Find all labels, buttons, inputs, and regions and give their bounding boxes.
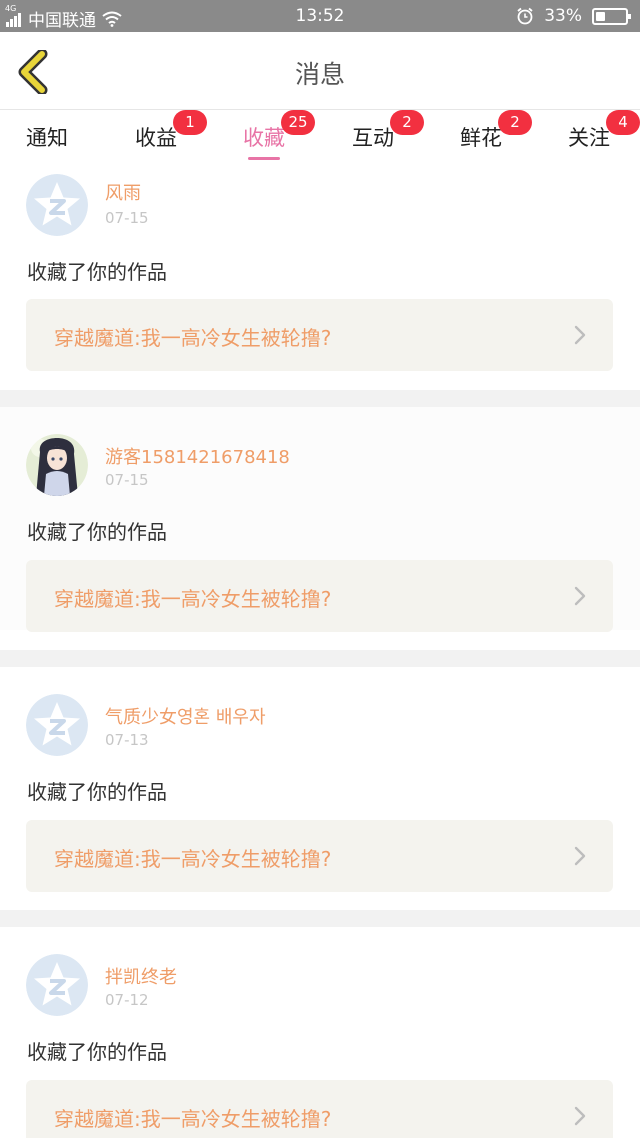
badge-count: 1 [173,110,207,135]
work-link[interactable]: 穿越魔道:我一高冷女生被轮撸? [26,820,613,892]
list-item: 风雨 07-15 收藏了你的作品 穿越魔道:我一高冷女生被轮撸? [0,167,640,390]
message-date: 07-13 [105,731,149,749]
active-tab-indicator [248,157,280,160]
work-link[interactable]: 穿越魔道:我一高冷女生被轮撸? [26,1080,613,1138]
badge-count: 4 [606,110,640,135]
work-link[interactable]: 穿越魔道:我一高冷女生被轮撸? [26,560,613,632]
divider [0,910,640,927]
badge-count: 2 [390,110,424,135]
tab-label: 鲜花 [460,126,502,150]
message-date: 07-15 [105,209,149,227]
tab-label: 关注 [568,126,610,150]
tab-follows[interactable]: 关注 4 [568,110,640,152]
work-link[interactable]: 穿越魔道:我一高冷女生被轮撸? [26,299,613,371]
tab-flowers[interactable]: 鲜花 2 [460,110,532,152]
avatar[interactable] [26,954,88,1016]
tab-bar: 通知 收益 1 收藏 25 互动 2 鲜花 2 关注 4 [0,110,640,168]
username[interactable]: 游客1581421678418 [105,443,290,469]
tab-earnings[interactable]: 收益 1 [135,110,207,152]
avatar[interactable] [26,434,88,496]
work-title: 穿越魔道:我一高冷女生被轮撸? [54,1107,332,1131]
battery-icon [592,7,631,25]
message-date: 07-15 [105,471,149,489]
chevron-right-icon [574,325,586,345]
list-item: 拌凯终老 07-12 收藏了你的作品 穿越魔道:我一高冷女生被轮撸? [0,927,640,1138]
default-star-avatar-icon [26,694,88,756]
tab-label: 收益 [135,126,177,150]
work-title: 穿越魔道:我一高冷女生被轮撸? [54,326,332,350]
list-item: 游客1581421678418 07-15 收藏了你的作品 穿越魔道:我一高冷女… [0,407,640,632]
message-text: 收藏了你的作品 [27,520,167,544]
message-text: 收藏了你的作品 [27,1040,167,1064]
battery-percent: 33% [544,6,582,26]
tab-label: 通知 [26,126,68,150]
work-title: 穿越魔道:我一高冷女生被轮撸? [54,847,332,871]
status-bar: 4G 中国联通 13:52 33% [0,0,640,32]
chevron-right-icon [574,586,586,606]
message-text: 收藏了你的作品 [27,780,167,804]
username[interactable]: 风雨 [105,179,141,205]
tab-interactions[interactable]: 互动 2 [352,110,424,152]
alarm-icon [517,7,533,25]
anime-girl-avatar-icon [26,434,88,496]
avatar[interactable] [26,694,88,756]
chevron-right-icon [574,1106,586,1126]
tab-label: 收藏 [243,126,285,150]
avatar[interactable] [26,174,88,236]
work-title: 穿越魔道:我一高冷女生被轮撸? [54,587,332,611]
divider [0,650,640,667]
list-item: 气质少女영혼 배우자 07-13 收藏了你的作品 穿越魔道:我一高冷女生被轮撸? [0,667,640,892]
chevron-right-icon [574,846,586,866]
tab-favorites[interactable]: 收藏 25 [243,110,315,160]
username[interactable]: 拌凯终老 [105,963,177,989]
badge-count: 25 [281,110,315,135]
default-star-avatar-icon [26,174,88,236]
message-date: 07-12 [105,991,149,1009]
nav-header: 消息 [0,32,640,110]
message-text: 收藏了你的作品 [27,260,167,284]
username[interactable]: 气质少女영혼 배우자 [105,703,266,729]
default-star-avatar-icon [26,954,88,1016]
divider [0,390,640,407]
badge-count: 2 [498,110,532,135]
tab-label: 互动 [352,126,394,150]
page-title: 消息 [294,60,345,89]
tab-notifications[interactable]: 通知 [26,122,68,152]
